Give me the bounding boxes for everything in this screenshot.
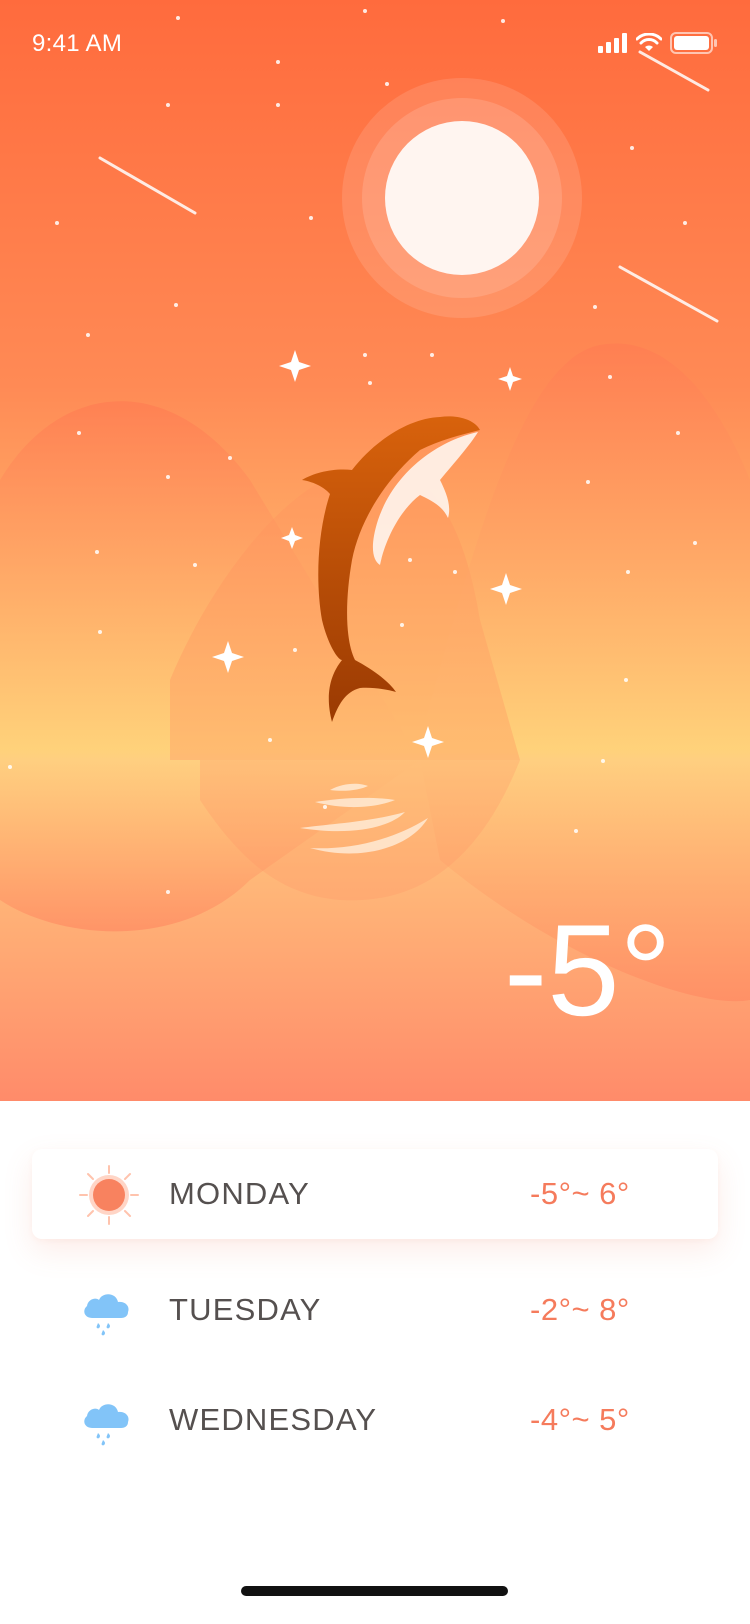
- rain-cloud-icon: [84, 1404, 129, 1446]
- status-icons: [598, 32, 718, 54]
- forecast-range: -2°~ 8°: [530, 1292, 630, 1327]
- forecast-range: -4°~ 5°: [530, 1402, 630, 1437]
- forecast-day: MONDAY: [169, 1176, 310, 1211]
- sun-icon: [79, 1165, 139, 1225]
- forecast-row-monday[interactable]: MONDAY -5°~ 6°: [32, 1149, 718, 1239]
- cellular-signal-icon: [598, 33, 627, 53]
- weather-illustration: 9:41 AM -5°: [0, 0, 750, 1101]
- current-temperature: -5°: [504, 897, 672, 1043]
- forecast-day: WEDNESDAY: [169, 1402, 378, 1437]
- sun: [385, 121, 539, 275]
- forecast-row-wednesday[interactable]: WEDNESDAY -4°~ 5°: [32, 1375, 718, 1465]
- battery-icon: [670, 32, 717, 54]
- wifi-icon: [636, 33, 662, 51]
- forecast-row-tuesday[interactable]: TUESDAY -2°~ 8°: [32, 1265, 718, 1355]
- forecast-day: TUESDAY: [169, 1292, 322, 1327]
- forecast-list: MONDAY -5°~ 6° TUESDAY -2°~ 8° WEDNESDAY…: [0, 1101, 750, 1624]
- status-time: 9:41 AM: [32, 30, 123, 57]
- home-indicator[interactable]: [241, 1586, 508, 1596]
- rain-cloud-icon: [84, 1294, 129, 1336]
- forecast-range: -5°~ 6°: [530, 1176, 630, 1211]
